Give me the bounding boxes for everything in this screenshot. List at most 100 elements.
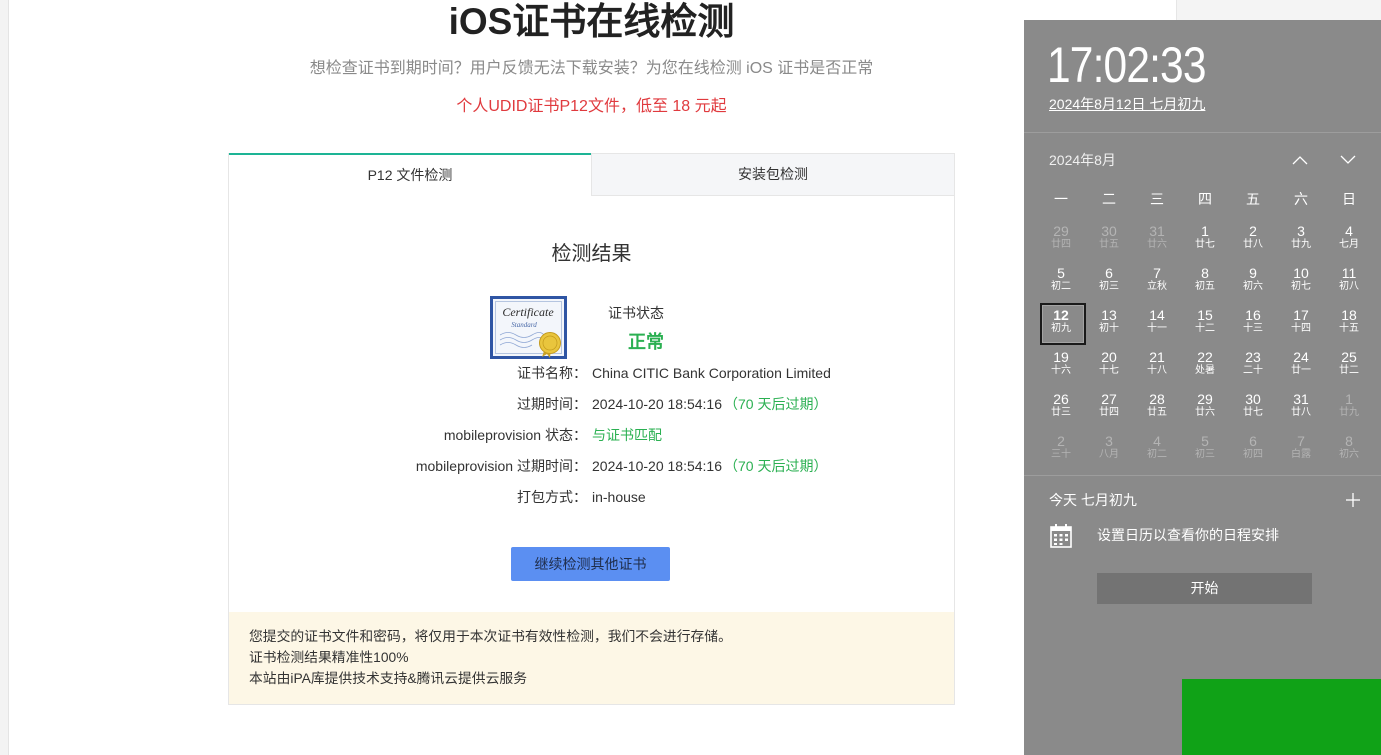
calendar-day[interactable]: 15 十二 <box>1181 301 1229 343</box>
result-row-provision-status: mobileprovision 状态： 与证书匹配 <box>229 425 954 445</box>
calendar-day[interactable]: 5 初二 <box>1037 259 1085 301</box>
weekday-label: 一 <box>1054 191 1068 207</box>
row-label: mobileprovision 过期时间： <box>415 458 587 474</box>
calendar-day[interactable]: 7 白露 <box>1277 427 1325 469</box>
lunar-date: 廿一 <box>1291 365 1311 376</box>
calendar-day[interactable]: 8 初六 <box>1325 427 1373 469</box>
lunar-date: 白露 <box>1291 449 1311 460</box>
calendar-day[interactable]: 2 三十 <box>1037 427 1085 469</box>
day-number: 6 <box>1105 265 1113 281</box>
day-number: 1 <box>1201 223 1209 239</box>
lunar-date: 处暑 <box>1195 365 1215 376</box>
calendar-day[interactable]: 5 初三 <box>1181 427 1229 469</box>
calendar-day[interactable]: 1 廿九 <box>1325 385 1373 427</box>
calendar-day[interactable]: 11 初八 <box>1325 259 1373 301</box>
lunar-date: 初三 <box>1099 281 1119 292</box>
day-number: 7 <box>1153 265 1161 281</box>
calendar-day[interactable]: 20 十七 <box>1085 343 1133 385</box>
calendar-day[interactable]: 8 初五 <box>1181 259 1229 301</box>
start-button[interactable]: 开始 <box>1097 573 1312 604</box>
svg-text:Standard: Standard <box>511 321 537 329</box>
calendar-day[interactable]: 10 初七 <box>1277 259 1325 301</box>
date-link[interactable]: 2024年8月12日 七月初九 <box>1049 94 1205 114</box>
calendar-day[interactable]: 6 初四 <box>1229 427 1277 469</box>
lunar-date: 廿八 <box>1291 407 1311 418</box>
cert-status-label: 证书状态 <box>608 305 664 321</box>
lunar-date: 廿六 <box>1195 407 1215 418</box>
tab-package-check[interactable]: 安装包检测 <box>591 153 955 196</box>
calendar-day[interactable]: 31 廿八 <box>1277 385 1325 427</box>
calendar-day[interactable]: 28 廿五 <box>1133 385 1181 427</box>
day-number: 7 <box>1297 433 1305 449</box>
calendar-day[interactable]: 18 十五 <box>1325 301 1373 343</box>
calendar-day[interactable]: 24 廿一 <box>1277 343 1325 385</box>
agenda-title: 今天 七月初九 <box>1049 492 1137 508</box>
calendar-day[interactable]: 3 廿九 <box>1277 217 1325 259</box>
result-row-package-type: 打包方式： in-house <box>229 487 954 507</box>
calendar-day[interactable]: 19 十六 <box>1037 343 1085 385</box>
prev-month-button[interactable] <box>1290 152 1310 168</box>
calendar-day[interactable]: 7 立秋 <box>1133 259 1181 301</box>
lunar-date: 廿七 <box>1243 407 1263 418</box>
lunar-date: 十四 <box>1291 323 1311 334</box>
lunar-date: 十一 <box>1147 323 1167 334</box>
promo-link[interactable]: 个人UDID证书P12文件，低至 18 元起 <box>228 95 955 119</box>
row-label: 过期时间： <box>517 396 587 412</box>
calendar-day[interactable]: 21 十八 <box>1133 343 1181 385</box>
lunar-date: 初八 <box>1339 281 1359 292</box>
day-number: 18 <box>1341 307 1357 323</box>
calendar-day[interactable]: 2 廿八 <box>1229 217 1277 259</box>
calendar-day[interactable]: 25 廿二 <box>1325 343 1373 385</box>
calendar-day-today[interactable]: 12 初九 <box>1037 301 1086 345</box>
tab-p12-check[interactable]: P12 文件检测 <box>229 153 591 196</box>
calendar-day[interactable]: 9 初六 <box>1229 259 1277 301</box>
calendar-day[interactable]: 29 廿四 <box>1037 217 1085 259</box>
day-number: 14 <box>1149 307 1165 323</box>
calendar-day[interactable]: 16 十三 <box>1229 301 1277 343</box>
clock-time: 17:02:33 <box>1047 37 1206 93</box>
calendar-day[interactable]: 6 初三 <box>1085 259 1133 301</box>
check-card: P12 文件检测 安装包检测 检测结果 Certificate Standard… <box>228 153 955 705</box>
notice-box: 您提交的证书文件和密码，将仅用于本次证书有效性检测，我们不会进行存储。 证书检测… <box>229 612 954 704</box>
calendar-icon <box>1050 524 1072 548</box>
calendar-day[interactable]: 30 廿七 <box>1229 385 1277 427</box>
calendar-day[interactable]: 31 廿六 <box>1133 217 1181 259</box>
day-number: 17 <box>1293 307 1309 323</box>
day-number: 8 <box>1345 433 1353 449</box>
day-number: 29 <box>1197 391 1213 407</box>
day-number: 8 <box>1201 265 1209 281</box>
row-value: 2024-10-20 18:54:16 <box>592 458 722 474</box>
next-month-button[interactable] <box>1338 152 1358 168</box>
day-number: 16 <box>1245 307 1261 323</box>
month-label[interactable]: 2024年8月 <box>1049 150 1116 170</box>
calendar-day[interactable]: 4 初二 <box>1133 427 1181 469</box>
lunar-date: 廿四 <box>1099 407 1119 418</box>
day-number: 28 <box>1149 391 1165 407</box>
day-number: 10 <box>1293 265 1309 281</box>
lunar-date: 十八 <box>1147 365 1167 376</box>
calendar-day[interactable]: 27 廿四 <box>1085 385 1133 427</box>
continue-check-button[interactable]: 继续检测其他证书 <box>511 547 670 581</box>
day-number: 5 <box>1201 433 1209 449</box>
day-number: 29 <box>1053 223 1069 239</box>
lunar-date: 立秋 <box>1147 281 1167 292</box>
day-number: 26 <box>1053 391 1069 407</box>
calendar-day[interactable]: 29 廿六 <box>1181 385 1229 427</box>
svg-text:Certificate: Certificate <box>502 305 554 319</box>
calendar-day[interactable]: 1 廿七 <box>1181 217 1229 259</box>
calendar-day[interactable]: 30 廿五 <box>1085 217 1133 259</box>
calendar-day[interactable]: 13 初十 <box>1085 301 1133 343</box>
page-subtitle: 想检查证书到期时间？用户反馈无法下载安装？为您在线检测 iOS 证书是否正常 <box>309 60 874 77</box>
calendar-day[interactable]: 23 二十 <box>1229 343 1277 385</box>
result-row-expiry: 过期时间： 2024-10-20 18:54:16 （70 天后过期） <box>229 394 954 414</box>
weekday-label: 日 <box>1342 191 1356 207</box>
calendar-day[interactable]: 22 处暑 <box>1181 343 1229 385</box>
calendar-day[interactable]: 26 廿三 <box>1037 385 1085 427</box>
calendar-day[interactable]: 14 十一 <box>1133 301 1181 343</box>
weekday-label: 四 <box>1198 191 1212 207</box>
calendar-day[interactable]: 17 十四 <box>1277 301 1325 343</box>
plus-icon[interactable] <box>1346 493 1360 507</box>
calendar-day[interactable]: 4 七月 <box>1325 217 1373 259</box>
lunar-date: 初六 <box>1339 449 1359 460</box>
calendar-day[interactable]: 3 八月 <box>1085 427 1133 469</box>
